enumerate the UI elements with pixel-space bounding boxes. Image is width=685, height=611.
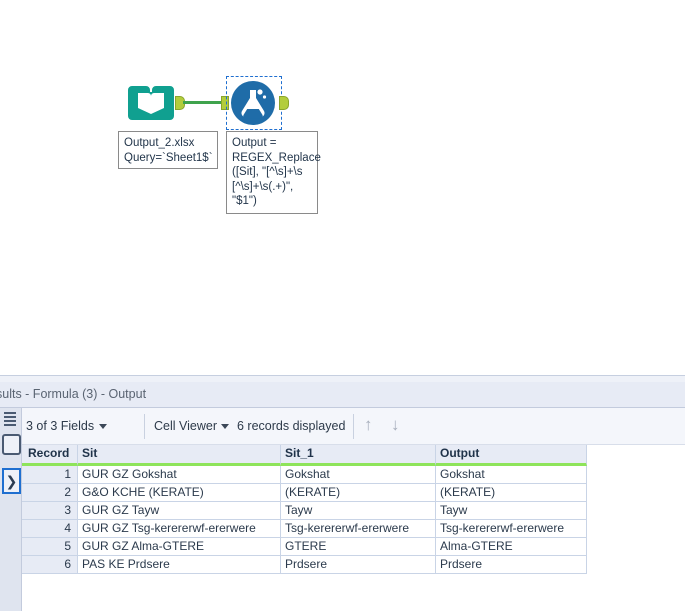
table-row[interactable]: 3 GUR GZ Tayw Tayw Tayw <box>22 502 685 520</box>
fields-selector-label[interactable]: 3 of 3 Fields <box>26 419 94 433</box>
column-header-sit[interactable]: Sit <box>78 445 281 466</box>
chevron-down-icon[interactable] <box>221 424 229 429</box>
formula-tool[interactable] <box>230 80 276 126</box>
toolbar-separator <box>353 414 354 439</box>
cell-sit: GUR GZ Alma-GTERE <box>78 538 281 556</box>
flask-icon <box>231 81 275 125</box>
cell-record: 2 <box>22 484 78 502</box>
cell-sit-1: GTERE <box>281 538 436 556</box>
cell-record: 3 <box>22 502 78 520</box>
formula-tool-output-anchor[interactable] <box>279 96 289 110</box>
input-data-tool[interactable] <box>128 80 174 126</box>
square-icon[interactable] <box>2 434 21 455</box>
results-title: sults - Formula (3) - Output <box>0 387 147 401</box>
cell-record: 4 <box>22 520 78 538</box>
grid-row-filler <box>587 538 685 556</box>
toolbar-separator <box>144 414 145 439</box>
cell-record: 5 <box>22 538 78 556</box>
grid-row-filler <box>587 502 685 520</box>
cell-sit-1: (KERATE) <box>281 484 436 502</box>
cell-record: 6 <box>22 556 78 574</box>
application-window: Output_2.xlsx Query=`Sheet1$` Output = R… <box>0 0 685 611</box>
cell-sit: GUR GZ Tsg-kerererwf-ererwere <box>78 520 281 538</box>
column-header-sit-1[interactable]: Sit_1 <box>281 445 436 466</box>
cell-sit-1: Tsg-kerererwf-ererwere <box>281 520 436 538</box>
formula-tool-input-anchor[interactable] <box>221 96 229 110</box>
table-row[interactable]: 4 GUR GZ Tsg-kerererwf-ererwere Tsg-kere… <box>22 520 685 538</box>
cell-output: Prdsere <box>436 556 587 574</box>
cell-sit: GUR GZ Gokshat <box>78 466 281 484</box>
scroll-up-icon[interactable]: ↑ <box>364 416 373 434</box>
table-row[interactable]: 1 GUR GZ Gokshat Gokshat Gokshat <box>22 466 685 484</box>
connection-wire[interactable] <box>183 101 223 104</box>
table-row[interactable]: 5 GUR GZ Alma-GTERE GTERE Alma-GTERE <box>22 538 685 556</box>
cell-sit-1: Prdsere <box>281 556 436 574</box>
input-tool-annotation: Output_2.xlsx Query=`Sheet1$` <box>118 131 218 169</box>
formula-tool-annotation: Output = REGEX_Replace ([Sit], "[^\s]+\s… <box>226 131 321 214</box>
results-titlebar: sults - Formula (3) - Output <box>0 382 685 408</box>
cell-sit: GUR GZ Tayw <box>78 502 281 520</box>
grid-header-row: Record Sit Sit_1 Output <box>22 445 685 466</box>
table-row[interactable]: 6 PAS KE Prdsere Prdsere Prdsere <box>22 556 685 574</box>
grid-row-filler <box>587 484 685 502</box>
results-data-grid[interactable]: Record Sit Sit_1 Output 1 GUR GZ Gokshat… <box>22 445 685 611</box>
column-header-record[interactable]: Record <box>22 445 78 466</box>
cell-output: Tayw <box>436 502 587 520</box>
results-toolbar: 3 of 3 Fields Cell Viewer 6 records disp… <box>0 408 685 445</box>
results-panel: sults - Formula (3) - Output 3 of 3 Fiel… <box>0 382 685 611</box>
cell-sit-1: Tayw <box>281 502 436 520</box>
cell-output: Alma-GTERE <box>436 538 587 556</box>
cell-output: Tsg-kerererwf-ererwere <box>436 520 587 538</box>
cell-record: 1 <box>22 466 78 484</box>
records-displayed-label: 6 records displayed <box>237 419 346 433</box>
chevron-down-icon[interactable] <box>99 424 107 429</box>
grid-row-filler <box>587 520 685 538</box>
cell-output: Gokshat <box>436 466 587 484</box>
cell-viewer-label[interactable]: Cell Viewer <box>154 419 217 433</box>
scroll-down-icon[interactable]: ↓ <box>391 416 400 434</box>
column-header-output[interactable]: Output <box>436 445 587 466</box>
table-row[interactable]: 2 G&O KCHE (KERATE) (KERATE) (KERATE) <box>22 484 685 502</box>
cell-sit-1: Gokshat <box>281 466 436 484</box>
chevron-right-icon[interactable]: ❯ <box>2 468 21 494</box>
grid-row-filler <box>587 556 685 574</box>
cell-output: (KERATE) <box>436 484 587 502</box>
grid-header-filler <box>587 445 685 466</box>
list-lines-icon[interactable] <box>2 410 20 428</box>
book-icon <box>128 86 174 120</box>
cell-sit: G&O KCHE (KERATE) <box>78 484 281 502</box>
results-left-icon-strip: ❯ <box>0 408 22 611</box>
cell-sit: PAS KE Prdsere <box>78 556 281 574</box>
grid-row-filler <box>587 466 685 484</box>
workflow-canvas[interactable]: Output_2.xlsx Query=`Sheet1$` Output = R… <box>0 0 685 375</box>
